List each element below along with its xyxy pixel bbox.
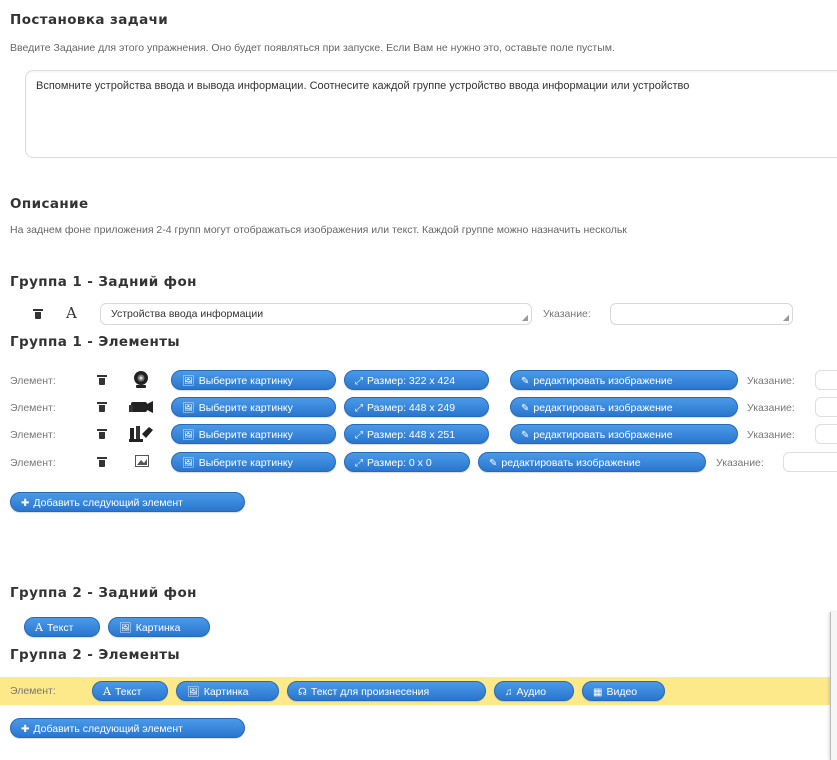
hint-input[interactable] <box>815 424 837 444</box>
element-label: Элемент: <box>10 402 56 414</box>
hint-input[interactable] <box>783 452 837 472</box>
group1-bg-heading: Группа 1 - Задний фон <box>10 274 197 290</box>
image-icon: 🖼 <box>182 376 195 387</box>
hint-input[interactable] <box>815 370 837 390</box>
group2-elements-heading: Группа 2 - Элементы <box>10 647 181 663</box>
text-icon: A <box>103 685 111 698</box>
side-panel-edge <box>830 612 837 760</box>
resize-icon: ⤢ <box>355 403 363 414</box>
resize-handle-icon[interactable]: ◢ <box>522 313 528 322</box>
group1-bg-text-value: Устройства ввода информации <box>111 308 264 320</box>
hint-label: Указание: <box>747 375 795 387</box>
choose-image-button[interactable]: 🖼 Выберите картинку <box>171 397 336 417</box>
edit-icon: ✎ <box>489 458 498 469</box>
task-help-text: Введите Задание для этого упражнения. Он… <box>10 42 615 54</box>
hint-label: Указание: <box>716 457 764 469</box>
edit-icon: ✎ <box>521 430 530 441</box>
audio-button[interactable]: ♫ Аудио <box>494 681 574 701</box>
image-icon: 🖼 <box>182 458 195 469</box>
text-type-icon[interactable]: A <box>66 304 77 322</box>
group1-bg-hint-label: Указание: <box>543 308 591 320</box>
image-placeholder-icon <box>135 455 149 467</box>
image-button[interactable]: 🖼 Картинка <box>176 681 279 701</box>
video-button[interactable]: ▦ Видео <box>582 681 665 701</box>
description-text: На заднем фоне приложения 2-4 групп могу… <box>10 224 627 236</box>
film-icon: ▦ <box>593 687 603 698</box>
element-label: Элемент: <box>10 429 56 441</box>
group2-bg-heading: Группа 2 - Задний фон <box>10 585 197 601</box>
size-button[interactable]: ⤢ Размер: 448 x 249 <box>344 397 489 417</box>
choose-image-button[interactable]: 🖼 Выберите картинку <box>171 370 336 390</box>
resize-icon: ⤢ <box>355 458 363 469</box>
image-button[interactable]: 🖼 Картинка <box>108 617 210 637</box>
add-element-button[interactable]: ✚ Добавить следующий элемент <box>10 718 245 738</box>
add-element-button[interactable]: ✚ Добавить следующий элемент <box>10 492 245 512</box>
hint-label: Указание: <box>747 429 795 441</box>
edit-image-button[interactable]: ✎ редактировать изображение <box>510 424 738 444</box>
trash-icon[interactable] <box>97 402 107 412</box>
description-heading: Описание <box>10 196 89 212</box>
edit-image-button[interactable]: ✎ редактировать изображение <box>510 397 738 417</box>
hint-input[interactable] <box>815 397 837 417</box>
text-icon: A <box>35 621 43 634</box>
plus-icon: ✚ <box>21 498 30 509</box>
resize-icon: ⤢ <box>355 430 363 441</box>
element-label: Элемент: <box>10 457 56 469</box>
element-label: Элемент: <box>10 375 56 387</box>
task-heading: Постановка задачи <box>10 12 169 28</box>
resize-handle-icon[interactable]: ◢ <box>783 313 789 322</box>
plus-icon: ✚ <box>21 724 30 735</box>
image-icon: 🖼 <box>182 430 195 441</box>
edit-image-button[interactable]: ✎ редактировать изображение <box>478 452 706 472</box>
size-button[interactable]: ⤢ Размер: 322 x 424 <box>344 370 489 390</box>
hint-label: Указание: <box>747 402 795 414</box>
music-icon: ♫ <box>505 687 513 698</box>
group1-elements-heading: Группа 1 - Элементы <box>10 334 181 350</box>
choose-image-button[interactable]: 🖼 Выберите картинку <box>171 452 336 472</box>
text-button[interactable]: A Текст <box>92 681 168 701</box>
video-camera-thumbnail <box>129 401 153 413</box>
group1-bg-hint-input[interactable]: ◢ <box>610 303 793 325</box>
element-label: Элемент: <box>10 685 56 697</box>
trash-icon[interactable] <box>97 375 107 385</box>
size-button[interactable]: ⤢ Размер: 448 x 251 <box>344 424 489 444</box>
microphone-thumbnail <box>129 426 153 442</box>
image-icon: 🖼 <box>119 623 132 634</box>
image-icon: 🖼 <box>187 687 200 698</box>
trash-icon[interactable] <box>97 429 107 439</box>
edit-image-button[interactable]: ✎ редактировать изображение <box>510 370 738 390</box>
edit-icon: ✎ <box>521 403 530 414</box>
group1-bg-text-input[interactable]: Устройства ввода информации ◢ <box>100 303 532 325</box>
size-button[interactable]: ⤢ Размер: 0 x 0 <box>344 452 470 472</box>
trash-icon[interactable] <box>97 457 107 467</box>
choose-image-button[interactable]: 🖼 Выберите картинку <box>171 424 336 444</box>
webcam-thumbnail <box>134 371 148 388</box>
resize-icon: ⤢ <box>355 376 363 387</box>
edit-icon: ✎ <box>521 376 530 387</box>
headphones-icon: ☊ <box>298 687 307 698</box>
trash-icon[interactable] <box>33 309 43 319</box>
task-textarea-value: Вспомните устройства ввода и вывода инфо… <box>36 80 690 92</box>
image-icon: 🖼 <box>182 403 195 414</box>
task-textarea[interactable]: Вспомните устройства ввода и вывода инфо… <box>25 70 837 158</box>
speech-text-button[interactable]: ☊ Текст для произнесения <box>287 681 486 701</box>
text-button[interactable]: A Текст <box>24 617 100 637</box>
